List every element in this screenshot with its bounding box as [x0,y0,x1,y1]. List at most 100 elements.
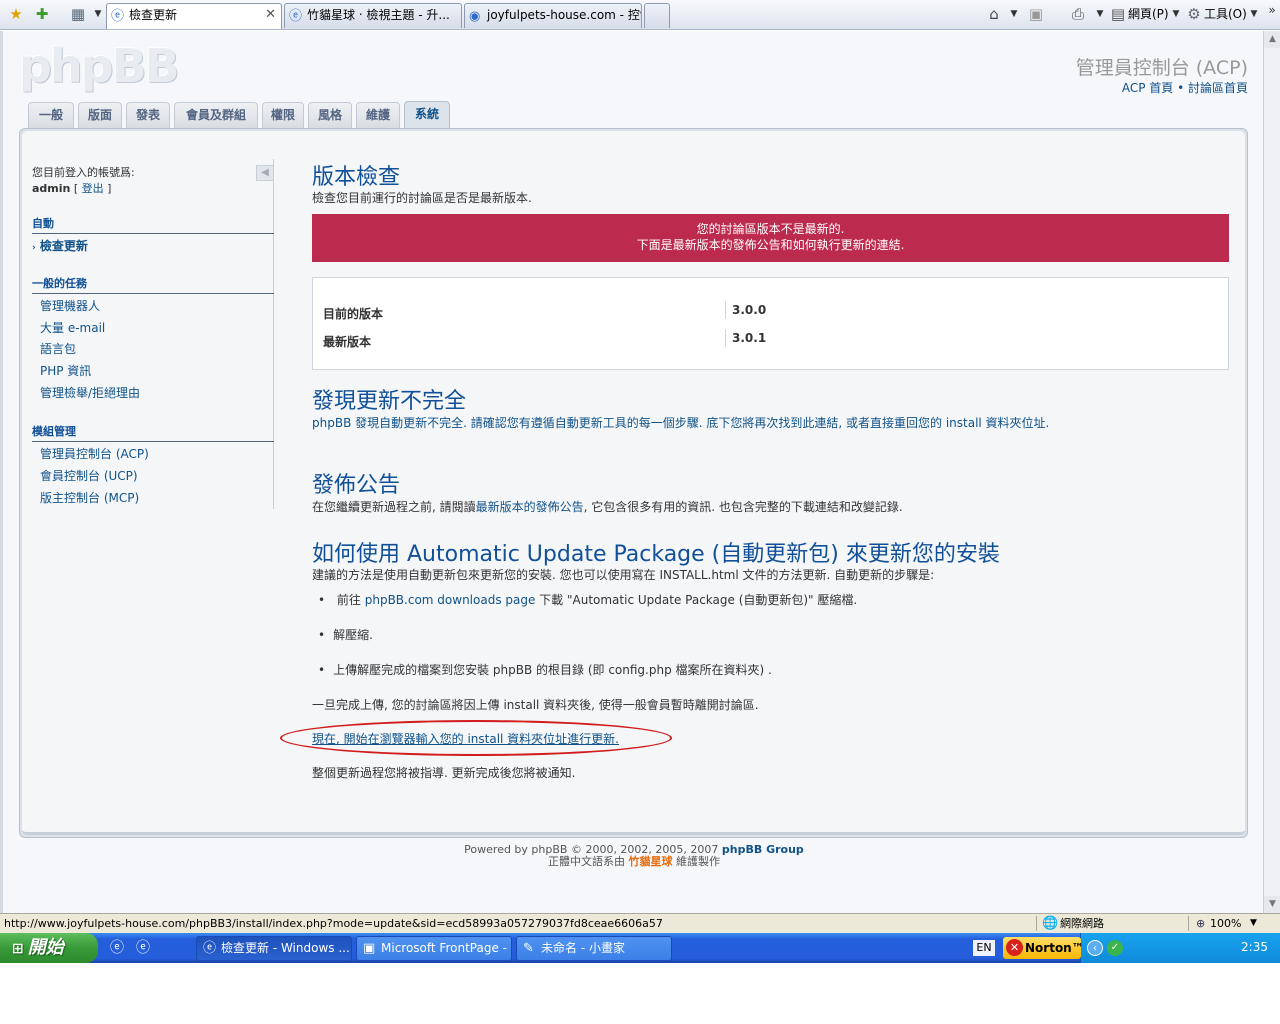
tab-label: 竹貓星球 ‧ 檢視主題 - 升... [307,8,450,22]
announcement-title: 發佈公告 [312,473,401,498]
announcement-post: , 它包含很多有用的資訊. 也包含完整的下載連結和改變記錄. [583,500,903,514]
latest-version-label: 最新版本 [323,335,372,349]
after-upload-text: 一旦完成上傳, 您的討論區將因上傳 install 資料夾後, 使得一般會員暫時… [312,698,759,712]
logout-link[interactable]: 登出 [82,182,104,195]
quicklaunch-ie-icon[interactable]: ⓔ [134,939,152,957]
ie-icon: ⓔ [203,941,217,956]
page-icon: ▤ [1110,5,1126,23]
sidebar-item-php-info[interactable]: PHP 資訊 [40,362,91,379]
start-label: 開始 [27,937,64,958]
system-tray: EN ✕ Norton™ ‹ ✓ 2:35 [973,933,1280,963]
scroll-up-icon[interactable]: ▲ [1264,31,1280,48]
latest-version-value: 3.0.1 [725,329,766,347]
browser-tab-check-update[interactable]: ⓔ 檢查更新 ✕ [106,3,282,29]
home-dropdown-icon[interactable]: ▼ [1004,4,1024,24]
sidebar-item-check-update[interactable]: › 檢查更新 [32,237,88,254]
gear-icon: ⚙ [1187,5,1201,23]
sidebar-item-language-packs[interactable]: 語言包 [40,340,76,357]
page-menu[interactable]: 網頁(P) [1128,4,1169,24]
task-frontpage[interactable]: ▣ Microsoft FrontPage - ... [356,936,512,961]
scroll-down-icon[interactable]: ▼ [1264,896,1280,913]
incomplete-update-title: 發現更新不完全 [312,389,467,414]
translation-post: 維護製作 [672,855,720,868]
translation-pre: 正體中文語系由 [548,855,629,868]
version-table: 目前的版本 3.0.0 最新版本 3.0.1 [312,277,1229,370]
clock: 2:35 [1241,940,1268,954]
new-tab-button[interactable] [644,3,670,28]
task-paint[interactable]: ✎ 未命名 - 小畫家 [516,936,672,961]
zoom-level[interactable]: 100% [1210,914,1241,933]
print-icon[interactable]: ⎙ [1068,4,1088,24]
norton-label: Norton™ [1025,941,1084,955]
translator-link[interactable]: 竹貓星球 [629,855,673,868]
windows-taskbar: ⊞ 開始 ⓔ ⓔ ⓔ 檢查更新 - Windows ... ▣ Microsoft… [0,933,1280,963]
login-label: 您目前登入的帳號爲: [32,166,135,179]
collapse-sidebar-button[interactable]: ◀ [256,165,274,181]
windows-flag-icon: ⊞ [12,941,24,957]
tab-posting[interactable]: 發表 [126,102,170,128]
tools-dropdown-icon[interactable]: ▼ [1244,4,1264,24]
norton-alert[interactable]: ✕ Norton™ [1003,937,1084,959]
vertical-scrollbar[interactable]: ▲ ▼ [1263,31,1280,913]
link-separator: • [1173,81,1188,95]
browser-tab-forum-topic[interactable]: ⓔ 竹貓星球 ‧ 檢視主題 - 升... [284,3,462,28]
globe-icon: 🌐 [1042,916,1059,931]
howto-intro: 建議的方法是使用自動更新包來更新您的安裝. 您也可以使用寫在 INSTALL.h… [312,568,935,582]
incomplete-update-text: phpBB 發現自動更新不完全. 請確認您有遵循自動更新工具的每一個步驟. 底下… [312,416,1050,430]
chevron-more-icon[interactable]: » [1262,0,1280,20]
tab-system[interactable]: 系統 [404,101,450,129]
print-dropdown-icon[interactable]: ▼ [1090,4,1110,24]
announcement-pre: 在您繼續更新過程之前, 請閱讀 [312,500,476,514]
tab-list-dropdown-icon[interactable]: ▼ [88,4,108,24]
browser-tab-control-panel[interactable]: ◉ joyfulpets-house.com - 控制... [464,3,642,28]
sidebar-item-acp-modules[interactable]: 管理員控制台 (ACP) [40,445,149,462]
zoom-icon: ⊕ [1196,917,1206,930]
error-line-1: 您的討論區版本不是最新的. [696,222,845,236]
howto-title: 如何使用 Automatic Update Package (自動更新包) 來更… [312,542,1000,567]
tab-general[interactable]: 一般 [28,102,74,128]
task-label: 未命名 - 小畫家 [541,941,625,955]
sidebar-item-manage-bots[interactable]: 管理機器人 [40,297,100,314]
add-favorites-icon[interactable]: ✚ [32,4,52,24]
sidebar-section-general-tasks: 一般的任務 [32,275,274,294]
guided-text: 整個更新過程您將被指導. 更新完成後您將被通知. [312,766,576,780]
tab-styles[interactable]: 風格 [308,102,352,128]
frontpage-icon: ▣ [363,941,376,956]
sidebar-item-report-reasons[interactable]: 管理檢舉/拒絕理由 [40,384,140,401]
tools-menu[interactable]: 工具(O) [1204,4,1247,24]
downloads-page-link[interactable]: phpBB.com downloads page [365,593,536,607]
footer: Powered by phpBB © 2000, 2002, 2005, 200… [3,844,1265,868]
sidebar-item-ucp-modules[interactable]: 會員控制台 (UCP) [40,467,138,484]
start-button[interactable]: ⊞ 開始 [0,933,98,963]
sidebar-item-mcp-modules[interactable]: 版主控制台 (MCP) [40,489,139,506]
tab-forums[interactable]: 版面 [78,102,122,128]
phpbb-group-link[interactable]: phpBB Group [722,843,804,856]
acp-home-link[interactable]: ACP 首頁 [1122,81,1173,95]
zoom-dropdown-icon[interactable]: ▼ [1250,914,1257,933]
sidebar-item-label: 檢查更新 [39,239,88,253]
tab-users-groups[interactable]: 會員及群組 [174,102,258,128]
tray-app-icon[interactable]: ✓ [1107,940,1123,956]
step-upload: 上傳解壓完成的檔案到您安裝 phpBB 的根目錄 (即 config.php 檔… [318,661,772,678]
announcement-text: 在您繼續更新過程之前, 請閱讀最新版本的發佈公告, 它包含很多有用的資訊. 也包… [312,498,903,515]
tab-maintenance[interactable]: 維護 [356,102,400,128]
quick-tabs-icon[interactable]: ▦ [68,4,88,24]
page-menu-dropdown-icon[interactable]: ▼ [1166,4,1186,24]
favorites-star-icon[interactable]: ★ [6,4,26,24]
error-line-2: 下面是最新版本的發佈公告和如何執行更新的連結. [636,238,905,252]
logout-bracket-open: [ [70,182,82,195]
sidebar-item-mass-email[interactable]: 大量 e-mail [40,319,105,336]
close-icon[interactable]: ✕ [265,4,276,26]
release-announcement-link[interactable]: 最新版本的發佈公告 [476,500,584,514]
feeds-icon[interactable]: ▣ [1026,4,1046,24]
panel-inner: 您目前登入的帳號爲: admin [ 登出 ] ◀ 自動 › 檢查更新 一般的任… [22,131,1245,835]
tray-expand-icon[interactable]: ‹ [1087,940,1103,956]
task-check-update[interactable]: ⓔ 檢查更新 - Windows ... [196,936,352,961]
board-home-link[interactable]: 討論區首頁 [1188,81,1248,95]
home-icon[interactable]: ⌂ [984,4,1004,24]
start-update-link[interactable]: 現在, 開始在瀏覽器輸入您的 install 資料夾位址進行更新. [312,730,619,747]
quicklaunch-browser-icon[interactable]: ⓔ [108,939,126,957]
tab-permissions[interactable]: 權限 [262,102,304,128]
language-indicator[interactable]: EN [973,940,995,956]
sidebar-section-module-management: 模組管理 [32,423,274,442]
